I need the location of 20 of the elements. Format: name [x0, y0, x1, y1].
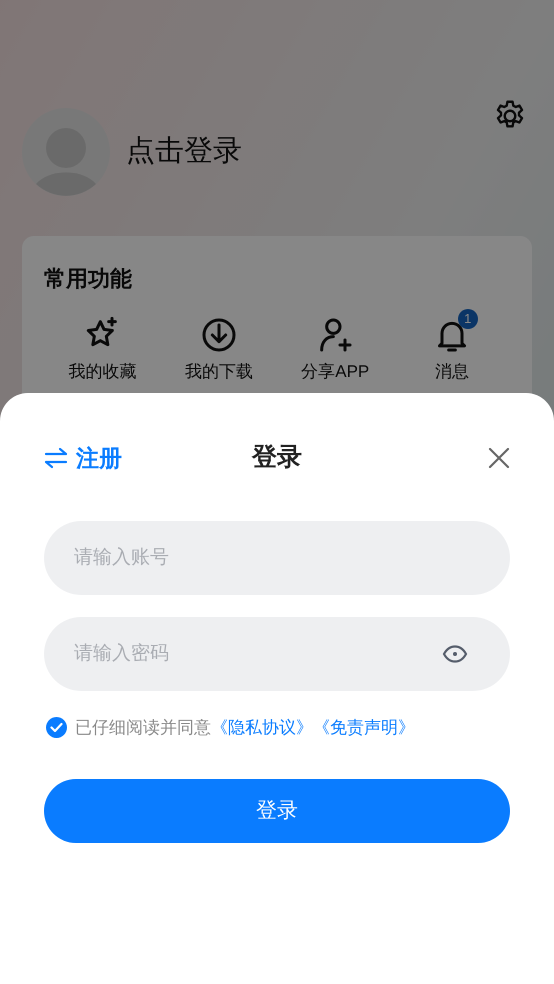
sheet-title: 登录 [252, 442, 302, 474]
features-title: 常用功能 [44, 265, 133, 293]
feature-label[interactable]: 我的下载 [184, 359, 253, 384]
eye-icon[interactable] [442, 645, 468, 663]
agreement-link[interactable]: 《免责声明》 [313, 715, 415, 740]
register-link[interactable]: 注册 [44, 440, 122, 476]
feature-label[interactable]: 我的收藏 [68, 359, 136, 384]
feature-label[interactable]: 消息 [434, 359, 469, 384]
swap-icon [44, 447, 68, 469]
agreement-checkbox[interactable] [46, 717, 67, 738]
password-field[interactable]: 请输入密码 [44, 617, 510, 691]
account-field[interactable]: 请输入账号 [44, 521, 510, 595]
login-button[interactable]: 登录 [44, 778, 510, 842]
close-icon[interactable] [488, 447, 510, 469]
agreement-link[interactable]: 《隐私协议》 [211, 715, 313, 740]
check-icon [50, 722, 63, 734]
agreement-text: 已仔细阅读并同意 [75, 717, 211, 739]
feature-label[interactable]: 分享APP [301, 359, 370, 384]
notification-badge: 1 [458, 309, 478, 329]
login-prompt[interactable]: 点击登录 [126, 130, 242, 174]
